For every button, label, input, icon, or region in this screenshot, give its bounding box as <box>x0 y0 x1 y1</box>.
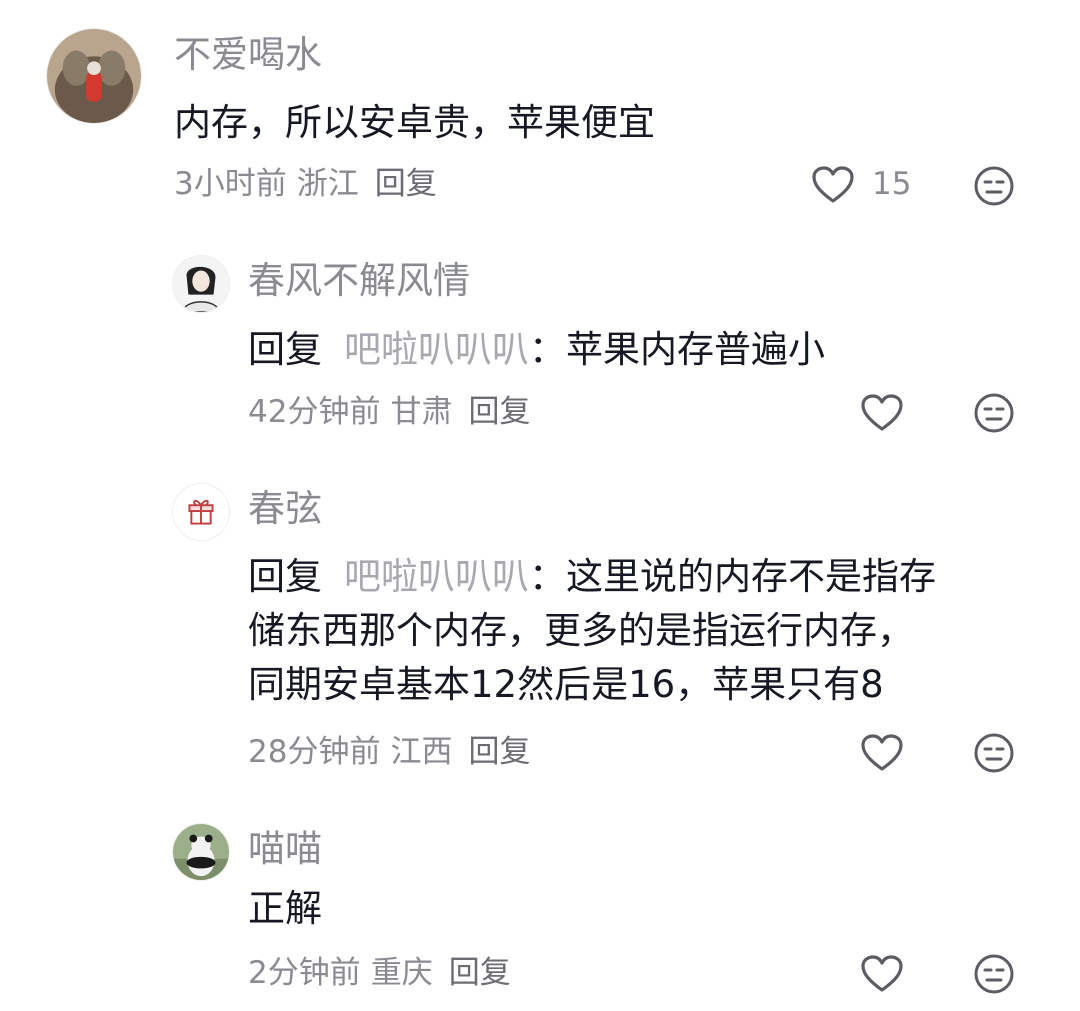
heart-outline-icon <box>861 394 903 431</box>
avatar[interactable] <box>46 28 142 124</box>
comment-text: 内存，所以安卓贵，苹果便宜 <box>174 101 655 144</box>
comment-time: 2分钟前 <box>248 955 361 991</box>
comment-location: 甘肃 <box>390 394 453 430</box>
neutral-face-icon <box>974 733 1014 773</box>
avatar[interactable] <box>172 823 230 881</box>
dislike-button[interactable] <box>973 392 1015 434</box>
comment-meta: 28分钟前 江西 回复 <box>248 737 540 768</box>
neutral-face-icon <box>974 954 1014 994</box>
username[interactable]: 春弦 <box>248 490 322 527</box>
reply-button[interactable]: 回复 <box>468 394 530 430</box>
heart-outline-icon <box>861 955 903 992</box>
comment-time: 42分钟前 <box>248 394 381 430</box>
reply-text: 苹果内存普遍小 <box>566 328 825 371</box>
comment-meta: 3小时前 浙江 回复 <box>174 169 447 200</box>
like-button[interactable] <box>860 393 904 433</box>
reply-button[interactable]: 回复 <box>468 734 530 770</box>
username[interactable]: 喵喵 <box>248 830 322 867</box>
comment-text: 回复 吧啦叭叭叭：这里说的内存不是指存 储东西那个内存，更多的是指运行内存， 同期… <box>248 550 936 712</box>
comment-time: 3小时前 <box>174 166 287 202</box>
like-count: 15 <box>872 166 912 202</box>
reply-button[interactable]: 回复 <box>375 166 437 202</box>
like-button[interactable] <box>860 954 904 994</box>
dislike-button[interactable] <box>973 732 1015 774</box>
comment-time: 28分钟前 <box>248 734 381 770</box>
username[interactable]: 不爱喝水 <box>174 36 322 73</box>
comment-meta: 42分钟前 甘肃 回复 <box>248 397 540 428</box>
reply-prefix: 回复 <box>248 555 322 598</box>
heart-outline-icon <box>812 166 854 203</box>
comment-text: 正解 <box>248 887 322 930</box>
like-button[interactable] <box>811 165 855 205</box>
heart-outline-icon <box>861 734 903 771</box>
comment-location: 江西 <box>390 734 453 770</box>
username[interactable]: 春风不解风情 <box>248 262 470 299</box>
reply-button[interactable]: 回复 <box>449 955 511 991</box>
comment-location: 浙江 <box>296 166 359 202</box>
reply-prefix: 回复 <box>248 328 322 371</box>
gift-icon <box>173 484 229 540</box>
comment-text: 回复 吧啦叭叭叭：苹果内存普遍小 <box>248 328 825 371</box>
neutral-face-icon <box>974 166 1014 206</box>
reply-target-user[interactable]: 吧啦叭叭叭 <box>344 328 529 371</box>
neutral-face-icon <box>974 393 1014 433</box>
comment-meta: 2分钟前 重庆 回复 <box>248 958 521 989</box>
reply-target-user[interactable]: 吧啦叭叭叭 <box>344 555 529 598</box>
dislike-button[interactable] <box>973 953 1015 995</box>
dislike-button[interactable] <box>973 165 1015 207</box>
reply-text-line: 这里说的内存不是指存 <box>566 555 936 598</box>
avatar[interactable] <box>172 483 230 541</box>
like-button[interactable] <box>860 733 904 773</box>
reply-text-line: 储东西那个内存，更多的是指运行内存， <box>248 609 914 652</box>
reply-text-line: 同期安卓基本12然后是16，苹果只有8 <box>248 663 884 706</box>
comment-location: 重庆 <box>370 955 433 991</box>
avatar[interactable] <box>172 255 230 313</box>
